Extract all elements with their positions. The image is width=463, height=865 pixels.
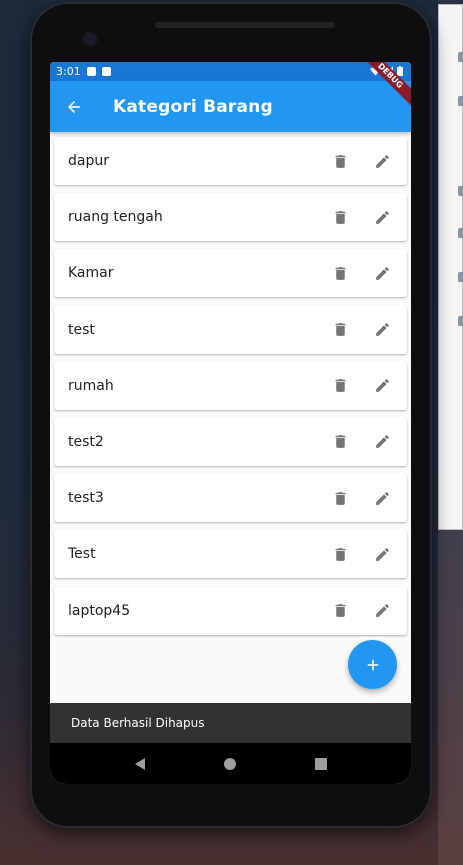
category-name: test2 — [68, 433, 104, 450]
delete-icon — [335, 491, 345, 505]
delete-category-button[interactable] — [319, 137, 361, 185]
edit-category-button[interactable] — [361, 193, 403, 241]
category-card[interactable]: rumah — [54, 361, 407, 410]
category-name: ruang tengah — [68, 209, 163, 226]
add-icon — [367, 659, 378, 670]
delete-icon — [335, 210, 345, 224]
desktop-window-icon — [458, 96, 463, 106]
delete-category-button[interactable] — [319, 249, 361, 297]
nav-recents-icon[interactable] — [314, 757, 328, 771]
page-title: Kategori Barang — [113, 96, 273, 117]
arrow-back-icon — [68, 100, 80, 113]
category-card[interactable]: test — [54, 305, 407, 354]
category-card[interactable]: laptop45 — [54, 586, 407, 635]
category-list: dapur ruang tengah Kamar test rumah test2 test… — [54, 137, 407, 643]
delete-icon — [335, 323, 345, 336]
edit-icon — [375, 491, 389, 505]
phone-camera — [84, 33, 96, 45]
edit-icon — [375, 604, 389, 617]
delete-category-button[interactable] — [319, 418, 361, 466]
category-card[interactable]: ruang tengah — [54, 193, 407, 242]
delete-icon — [335, 379, 345, 393]
edit-icon — [375, 154, 389, 168]
status-bar: 3:01 — [50, 62, 411, 81]
edit-icon — [375, 323, 389, 336]
delete-icon — [335, 267, 345, 280]
edit-category-button[interactable] — [361, 530, 403, 578]
category-name: test3 — [68, 490, 104, 507]
edit-category-button[interactable] — [361, 418, 403, 466]
category-name: dapur — [68, 153, 109, 169]
category-card[interactable]: test3 — [54, 474, 407, 523]
desktop-window-icon — [458, 228, 463, 238]
phone-speaker — [155, 22, 335, 28]
category-card[interactable]: Test — [54, 530, 407, 579]
edit-icon — [375, 435, 389, 449]
edit-category-button[interactable] — [361, 137, 403, 185]
edit-category-button[interactable] — [361, 362, 403, 410]
category-card[interactable]: dapur — [54, 137, 407, 185]
desktop-window-icon — [458, 186, 463, 196]
delete-category-button[interactable] — [319, 474, 361, 522]
delete-category-button[interactable] — [319, 193, 361, 241]
nav-back-icon[interactable] — [133, 757, 147, 771]
app-bar: Kategori Barang — [50, 81, 411, 132]
category-card[interactable]: Kamar — [54, 249, 407, 298]
category-name: rumah — [68, 377, 114, 394]
delete-icon — [335, 604, 345, 617]
back-button[interactable] — [50, 81, 98, 132]
sd-card-icon — [101, 67, 111, 76]
delete-icon — [335, 435, 345, 449]
desktop-window-icon — [458, 272, 463, 282]
category-name: laptop45 — [68, 602, 131, 619]
snackbar: Data Berhasil Dihapus — [50, 703, 411, 743]
delete-category-button[interactable] — [319, 306, 361, 354]
delete-category-button[interactable] — [319, 362, 361, 410]
category-card[interactable]: test2 — [54, 417, 407, 466]
delete-category-button[interactable] — [319, 530, 361, 578]
notification-icon — [86, 67, 96, 76]
phone-screen: 3:01 DEBUG Kategori Barang dapur ruang te… — [50, 62, 411, 784]
category-name: test — [68, 321, 95, 338]
edit-category-button[interactable] — [361, 474, 403, 522]
edit-category-button[interactable] — [361, 306, 403, 354]
edit-icon — [375, 547, 389, 561]
edit-category-button[interactable] — [361, 587, 403, 635]
desktop-window-edge — [438, 4, 463, 530]
add-category-button[interactable] — [348, 640, 397, 689]
edit-icon — [375, 266, 389, 280]
delete-icon — [335, 154, 345, 168]
edit-icon — [375, 210, 389, 224]
desktop-window-icon — [458, 316, 463, 326]
snackbar-message: Data Berhasil Dihapus — [71, 716, 205, 730]
system-nav-bar — [50, 743, 411, 784]
status-time: 3:01 — [56, 65, 81, 78]
edit-category-button[interactable] — [361, 249, 403, 297]
delete-category-button[interactable] — [319, 587, 361, 635]
category-name: Test — [68, 546, 96, 563]
nav-home-icon[interactable] — [223, 757, 237, 771]
edit-icon — [375, 379, 389, 393]
desktop-window-icon — [458, 52, 463, 62]
delete-icon — [335, 547, 345, 561]
category-name: Kamar — [68, 265, 114, 282]
